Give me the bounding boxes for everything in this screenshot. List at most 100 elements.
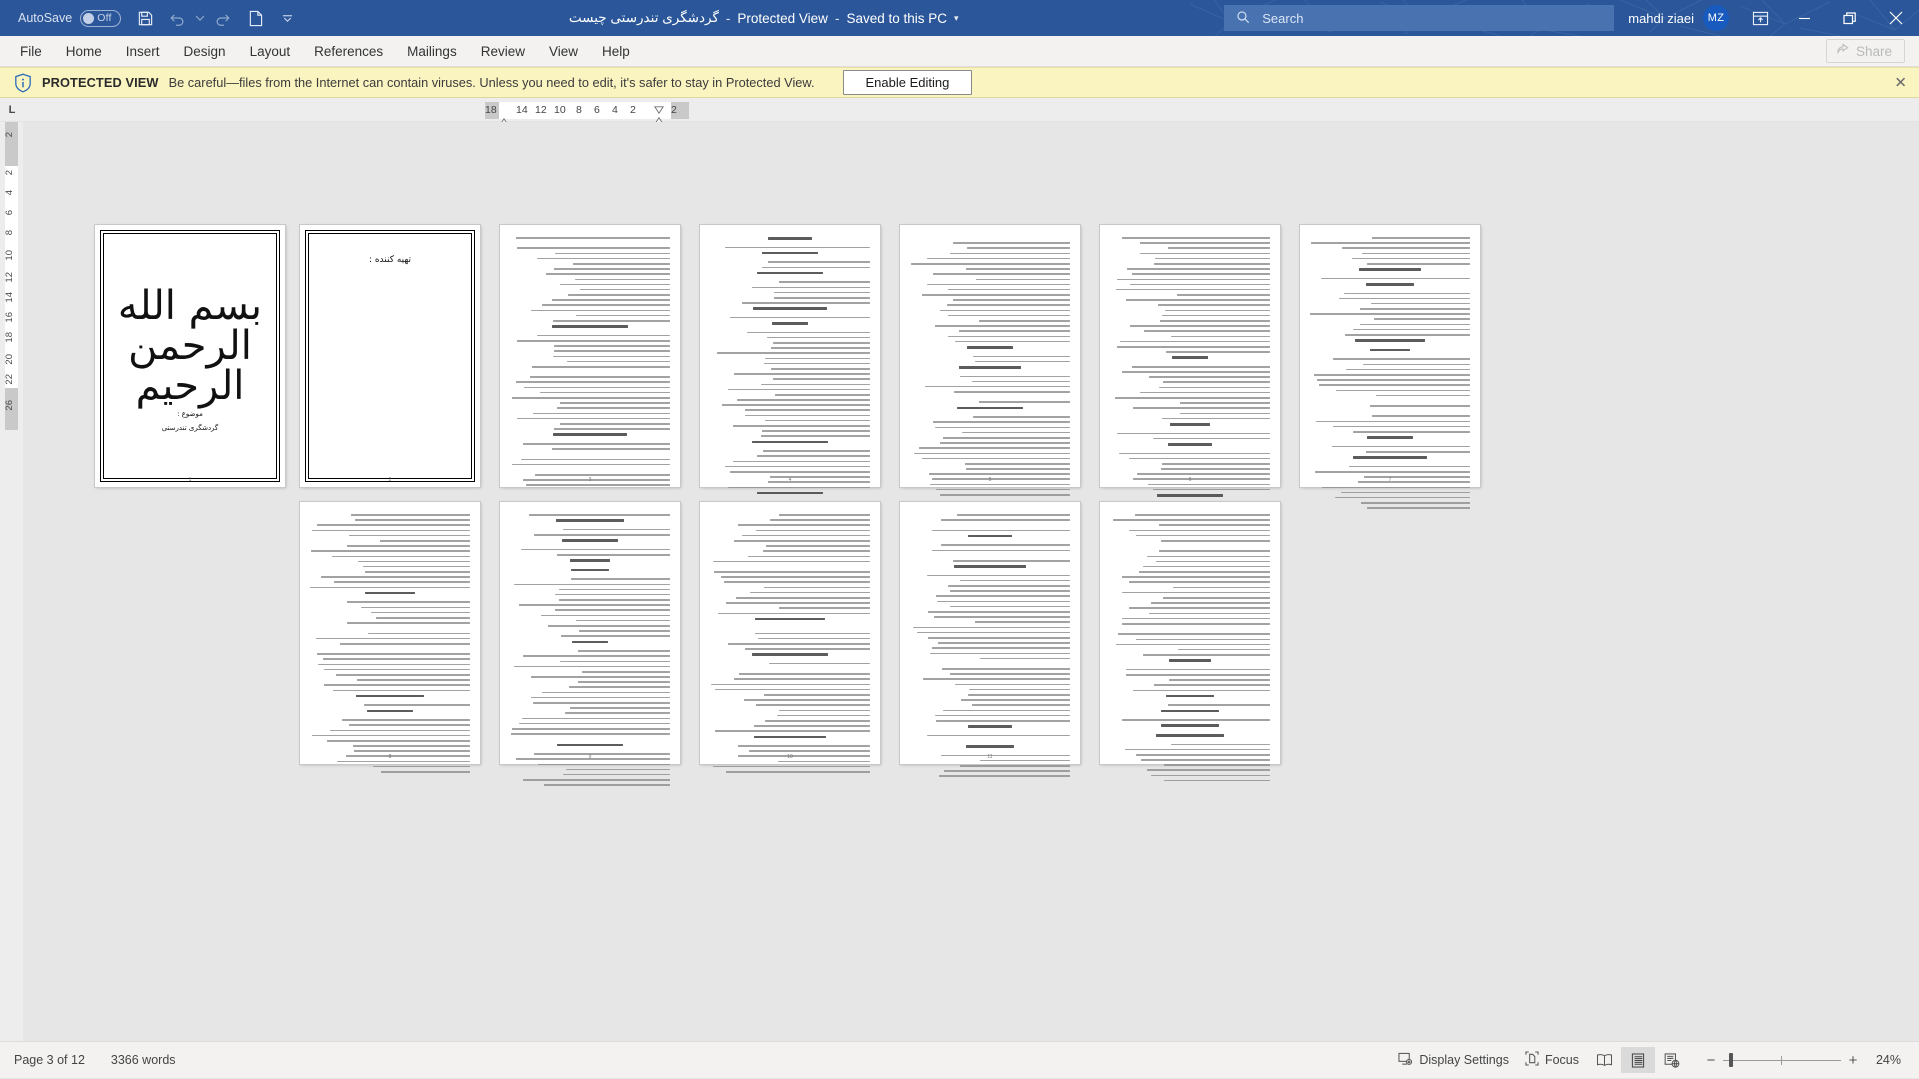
read-mode-button[interactable]	[1587, 1047, 1621, 1073]
vruler-tick-2: 2	[4, 170, 15, 176]
zoom-out-button[interactable]: −	[1699, 1052, 1723, 1069]
ribbon-display-options-icon[interactable]	[1739, 0, 1781, 36]
tab-view[interactable]: View	[537, 39, 590, 64]
enable-editing-button[interactable]: Enable Editing	[842, 70, 973, 95]
display-settings-button[interactable]: Display Settings	[1390, 1048, 1517, 1073]
tab-home[interactable]: Home	[54, 39, 114, 64]
horizontal-ruler[interactable]: 18 14 12 10 8 6 4 2 2	[485, 102, 689, 126]
document-page: 9	[500, 502, 680, 786]
page-heading: تهیه کننده :	[368, 255, 412, 265]
autosave-switch[interactable]: Off	[80, 9, 122, 27]
vertical-ruler[interactable]: 2 2 4 6 8 10 12 14 16 18 20 22 26	[0, 122, 23, 1041]
ruler-tick-12: 12	[535, 104, 547, 116]
share-area: Share	[1825, 39, 1919, 63]
ruler-tick-2: 2	[630, 104, 636, 116]
autosave-label: AutoSave	[18, 11, 73, 25]
search-box[interactable]: Search	[1224, 5, 1615, 31]
ruler-tick-4: 4	[612, 104, 618, 116]
page-text-block	[710, 237, 870, 514]
protected-view-indicator: Protected View	[737, 10, 828, 26]
tab-references[interactable]: References	[302, 39, 395, 64]
title-bar: AutoSave Off گردشگری تندرستی چیست - Prot…	[0, 0, 1919, 36]
undo-dropdown-icon[interactable]	[193, 3, 207, 33]
autosave-toggle[interactable]: AutoSave Off	[10, 9, 129, 27]
new-document-icon[interactable]	[239, 3, 271, 33]
bismillah-calligraphy: بسم الله الرحمن الرحیم	[117, 282, 263, 409]
page-number: 9	[588, 754, 592, 760]
page-text-block	[1110, 514, 1270, 782]
restore-icon[interactable]	[1827, 0, 1873, 36]
close-icon[interactable]: ✕	[1894, 75, 1907, 90]
vruler-top-margin	[5, 122, 18, 166]
account-button[interactable]: mahdi ziaei MZ	[1614, 5, 1739, 31]
vruler-tick-10: 10	[4, 250, 15, 261]
word-count[interactable]: 3366 words	[111, 1053, 176, 1067]
page-border-inner	[308, 233, 472, 479]
zoom-track	[1723, 1059, 1841, 1061]
tab-file[interactable]: File	[8, 39, 54, 64]
subject-label: موضوع :	[177, 410, 203, 419]
autosave-state: Off	[97, 12, 112, 24]
document-page: 7	[1300, 225, 1480, 509]
autosave-knob	[83, 12, 95, 24]
page-text-block	[910, 237, 1070, 496]
account-name: mahdi ziaei	[1628, 10, 1694, 26]
tab-design[interactable]: Design	[172, 39, 238, 64]
page-indicator[interactable]: Page 3 of 12	[14, 1053, 85, 1067]
page-number: 5	[988, 477, 992, 483]
save-icon[interactable]	[129, 3, 161, 33]
print-layout-button[interactable]	[1621, 1047, 1655, 1073]
tab-help[interactable]: Help	[590, 39, 642, 64]
minimize-icon[interactable]	[1781, 0, 1827, 36]
ruler-tick-8: 8	[576, 104, 582, 116]
undo-icon[interactable]	[161, 3, 193, 33]
page-number: 11	[987, 754, 993, 760]
document-page: 4	[700, 225, 880, 514]
window-controls-area: mahdi ziaei MZ	[1614, 0, 1919, 36]
vruler-tick-grey-bottom: 26	[4, 400, 15, 411]
vruler-tick-22: 22	[4, 374, 15, 385]
document-workspace: 2 2 4 6 8 10 12 14 16 18 20 22 26 بسم ال…	[0, 122, 1919, 1041]
save-location-indicator: Saved to this PC	[846, 10, 947, 26]
document-page: 11	[900, 502, 1080, 778]
vruler-tick-4: 4	[4, 190, 15, 196]
vruler-tick-8: 8	[4, 230, 15, 236]
zoom-level[interactable]: 24%	[1865, 1053, 1911, 1067]
display-settings-icon	[1398, 1052, 1413, 1069]
zoom-thumb[interactable]	[1729, 1053, 1733, 1067]
document-page: 6	[1100, 225, 1280, 497]
tab-review[interactable]: Review	[469, 39, 537, 64]
ribbon-tabs: File Home Insert Design Layout Reference…	[0, 39, 642, 64]
tab-mailings[interactable]: Mailings	[395, 39, 469, 64]
info-shield-icon	[14, 73, 32, 93]
title-separator-2: -	[834, 10, 840, 26]
pages-canvas[interactable]: بسم الله الرحمن الرحیم موضوع : گردشگری ت…	[23, 122, 1919, 1041]
avatar[interactable]: MZ	[1703, 5, 1729, 31]
page-number: 4	[788, 477, 792, 483]
title-dropdown-icon[interactable]: ▾	[954, 13, 959, 24]
web-layout-button[interactable]	[1655, 1047, 1689, 1073]
redo-icon[interactable]	[207, 3, 239, 33]
horizontal-ruler-row: L 18 14 12 10 8 6 4 2 2	[0, 98, 1919, 126]
zoom-in-button[interactable]: +	[1841, 1052, 1865, 1069]
ruler-tick-18: 18	[485, 104, 497, 116]
search-placeholder: Search	[1262, 10, 1304, 26]
zoom-slider[interactable]	[1723, 1052, 1841, 1068]
close-icon[interactable]	[1873, 0, 1919, 36]
ruler-tick-10: 10	[554, 104, 566, 116]
page-text-block	[510, 514, 670, 786]
page-text-block	[510, 237, 670, 487]
focus-button[interactable]: Focus	[1517, 1047, 1587, 1073]
page-text-block	[910, 514, 1070, 778]
protected-view-label: PROTECTED VIEW	[42, 75, 159, 90]
search-icon	[1236, 10, 1250, 27]
status-right: Display Settings Focus − + 24%	[1390, 1047, 1911, 1073]
tab-layout[interactable]: Layout	[238, 39, 303, 64]
tab-stop-selector[interactable]: L	[0, 98, 24, 121]
share-label: Share	[1855, 43, 1892, 59]
focus-icon	[1525, 1051, 1539, 1069]
share-button: Share	[1825, 39, 1905, 63]
tab-insert[interactable]: Insert	[114, 39, 172, 64]
customize-quick-access-icon[interactable]	[271, 3, 303, 33]
page-number: 8	[388, 754, 392, 760]
